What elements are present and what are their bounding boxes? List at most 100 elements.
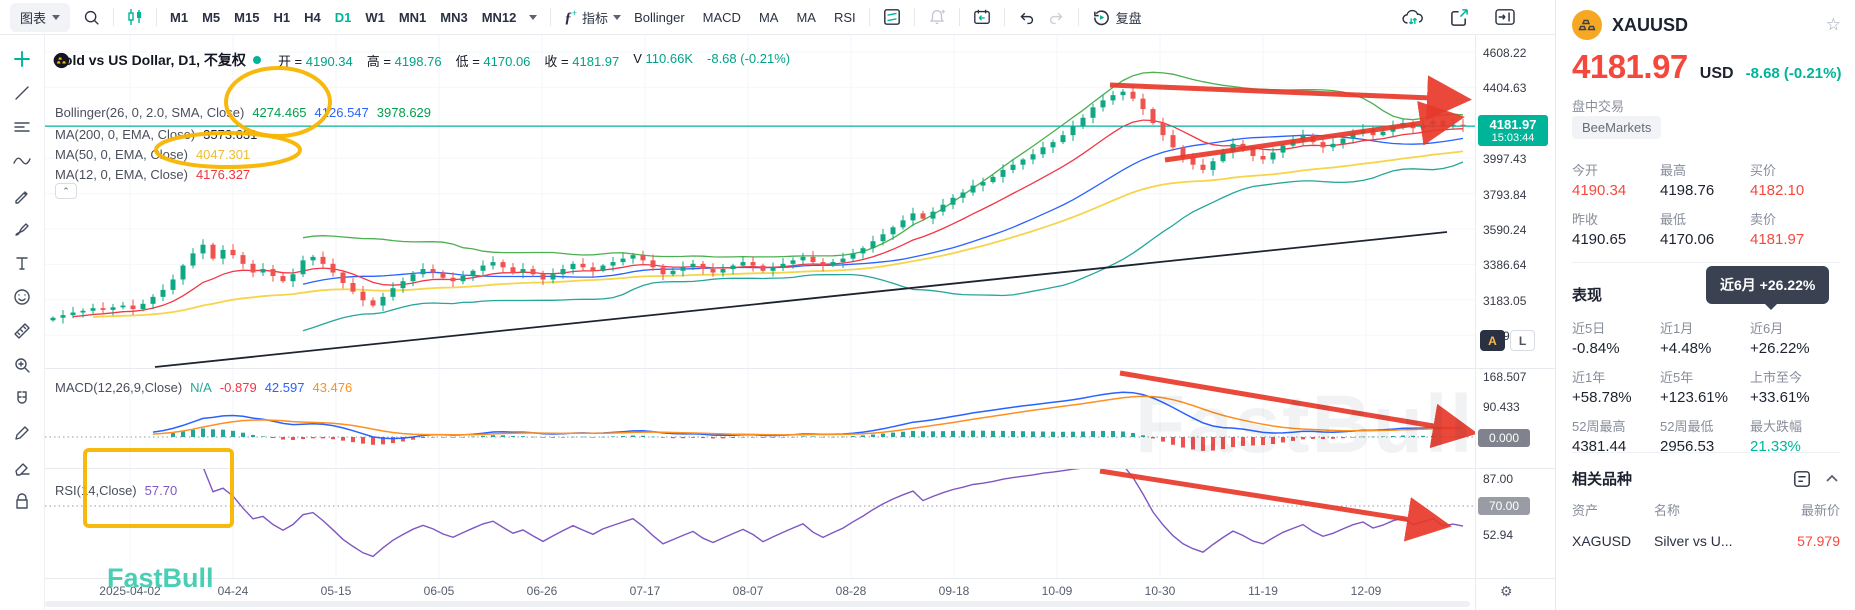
chart-settings-gear-icon[interactable]: ⚙ bbox=[1500, 583, 1513, 600]
share-button[interactable] bbox=[1450, 8, 1469, 27]
timeframe-d1[interactable]: D1 bbox=[335, 10, 352, 25]
layout-button[interactable] bbox=[883, 8, 901, 26]
timeframe-h4[interactable]: H4 bbox=[304, 10, 321, 25]
log-scale-button[interactable]: L bbox=[1510, 330, 1535, 351]
last-price-badge: 4181.97 15:03:44 bbox=[1478, 115, 1548, 146]
divider bbox=[1078, 8, 1079, 26]
ruler-tool-button[interactable] bbox=[8, 321, 36, 341]
price-axis-label: 3183.05 bbox=[1483, 294, 1526, 308]
news-list-icon[interactable] bbox=[1793, 470, 1811, 488]
chevron-up-icon[interactable] bbox=[1825, 472, 1839, 486]
price-pane[interactable] bbox=[45, 35, 1475, 368]
date-label: 10-09 bbox=[1042, 584, 1073, 598]
timeframe-mn1[interactable]: MN1 bbox=[399, 10, 426, 25]
perf-5: 上市至今+33.61% bbox=[1750, 367, 1840, 406]
stat-value: 4170.06 bbox=[1660, 231, 1750, 248]
timeframe-m1[interactable]: M1 bbox=[170, 10, 188, 25]
stat-value: 4190.65 bbox=[1572, 231, 1660, 248]
macd-value-badge: 0.000 bbox=[1478, 429, 1530, 447]
date-label: 10-30 bbox=[1145, 584, 1176, 598]
indicator-shortcut-macd-1[interactable]: MACD bbox=[703, 10, 741, 25]
date-label: 07-17 bbox=[630, 584, 661, 598]
perf-label: 上市至今 bbox=[1750, 367, 1840, 386]
performance-grid: 近5日-0.84%近1月+4.48%近6月+26.22%近1年+58.78%近5… bbox=[1572, 318, 1840, 455]
rsi-legend[interactable]: RSI(14,Close) 57.70 bbox=[55, 483, 177, 498]
broker-chip[interactable]: BeeMarkets bbox=[1572, 116, 1661, 139]
timeframe-w1[interactable]: W1 bbox=[365, 10, 385, 25]
horizontal-line-tool-button[interactable] bbox=[8, 117, 36, 137]
related-row[interactable]: XAGUSDSilver vs U...57.979 bbox=[1572, 533, 1840, 549]
favorite-star-icon[interactable]: ☆ bbox=[1826, 15, 1841, 35]
stat-0: 今开4190.34 bbox=[1572, 160, 1660, 199]
trend-line-tool-button[interactable] bbox=[8, 83, 36, 103]
bollinger-legend[interactable]: Bollinger(26, 0, 2.0, SMA, Close) 4274.4… bbox=[55, 105, 431, 120]
time-axis[interactable]: 2025-04-0204-2405-1506-0506-2607-1708-07… bbox=[45, 578, 1475, 610]
brush-tool-button[interactable] bbox=[8, 219, 36, 239]
ma50-legend[interactable]: MA(50, 0, EMA, Close) 4047.301 bbox=[55, 147, 250, 162]
timeframe-m5[interactable]: M5 bbox=[202, 10, 220, 25]
macd-legend[interactable]: MACD(12,26,9,Close) N/A -0.879 42.597 43… bbox=[55, 380, 352, 395]
wave-icon bbox=[12, 151, 32, 171]
calendar-button[interactable] bbox=[973, 8, 991, 26]
session-status: 盘中交易 bbox=[1572, 96, 1624, 115]
ohlc-pair-2: 低 = 4170.06 bbox=[456, 51, 531, 70]
indicator-shortcut-ma-3[interactable]: MA bbox=[796, 10, 816, 25]
indicator-shortcut-rsi-4[interactable]: RSI bbox=[834, 10, 856, 25]
price-axis-label: 4404.63 bbox=[1483, 81, 1526, 95]
pane-divider[interactable] bbox=[45, 468, 1555, 469]
pane-divider[interactable] bbox=[45, 368, 1555, 369]
zoom-in-tool-button[interactable] bbox=[8, 355, 36, 375]
layout-icon bbox=[883, 8, 901, 26]
timeframe-h1[interactable]: H1 bbox=[273, 10, 290, 25]
auto-scale-button[interactable]: A bbox=[1480, 330, 1505, 351]
replay-button[interactable]: 复盘 bbox=[1092, 8, 1142, 27]
edit-tool-button[interactable] bbox=[8, 423, 36, 443]
topbar-right-group bbox=[1402, 8, 1545, 27]
chevron-down-icon bbox=[613, 15, 621, 20]
cloud-sync-button[interactable] bbox=[1402, 8, 1424, 27]
sidebar-symbol: XAUUSD bbox=[1612, 15, 1688, 36]
timeframe-mn12[interactable]: MN12 bbox=[482, 10, 517, 25]
stat-value: 4181.97 bbox=[1750, 231, 1840, 248]
indicator-shortcut-bollinger-0[interactable]: Bollinger bbox=[634, 10, 685, 25]
indicator-shortcut-ma-2[interactable]: MA bbox=[759, 10, 779, 25]
quote-stats-grid: 今开4190.34最高4198.76买价4182.10昨收4190.65最低41… bbox=[1572, 160, 1840, 248]
pen-tool-button[interactable] bbox=[8, 185, 36, 205]
related-asset: XAGUSD bbox=[1572, 533, 1654, 549]
timeframe-more-chevron-icon[interactable] bbox=[529, 15, 537, 20]
timeframe-mn3[interactable]: MN3 bbox=[440, 10, 467, 25]
perf-label: 近1月 bbox=[1660, 318, 1750, 337]
indicators-button[interactable]: ƒ+ 指标 bbox=[564, 8, 621, 27]
undo-icon bbox=[1018, 9, 1035, 26]
eraser-tool-button[interactable] bbox=[8, 457, 36, 477]
edit-icon bbox=[12, 423, 32, 443]
chart-menu-button[interactable]: 图表 bbox=[10, 3, 70, 32]
replay-icon bbox=[1092, 8, 1111, 27]
emoji-tool-button[interactable] bbox=[8, 287, 36, 307]
alert-button[interactable] bbox=[928, 8, 946, 26]
ohlc-values: 开 = 4190.34高 = 4198.76低 = 4170.06收 = 418… bbox=[278, 51, 790, 70]
trend-line-icon bbox=[12, 83, 32, 103]
lock-tool-button[interactable] bbox=[8, 491, 36, 511]
undo-button[interactable] bbox=[1018, 9, 1035, 26]
search-button[interactable] bbox=[83, 9, 100, 26]
crosshair-tool-button[interactable] bbox=[8, 49, 36, 69]
chart-area[interactable]: Gold vs US Dollar, D1, 不复权 开 = 4190.34高 … bbox=[45, 35, 1475, 610]
date-label: 08-07 bbox=[733, 584, 764, 598]
date-label: 12-09 bbox=[1351, 584, 1382, 598]
ma200-legend[interactable]: MA(200, 0, EMA, Close) 3573.631 bbox=[55, 127, 257, 142]
date-label: 08-28 bbox=[836, 584, 867, 598]
ma12-legend[interactable]: MA(12, 0, EMA, Close) 4176.327 bbox=[55, 167, 250, 182]
collapse-panel-button[interactable] bbox=[1495, 8, 1515, 26]
ohlc-pair-3: 收 = 4181.97 bbox=[544, 51, 619, 70]
redo-button[interactable] bbox=[1048, 9, 1065, 26]
text-tool-button[interactable] bbox=[8, 253, 36, 273]
chevron-down-icon bbox=[52, 15, 60, 20]
magnet-tool-button[interactable] bbox=[8, 389, 36, 409]
calendar-icon bbox=[973, 8, 991, 26]
chart-type-button[interactable] bbox=[127, 8, 143, 26]
price-scale[interactable]: 4181.97 15:03:44 A L 0.000 70.00 ⚙ 4608.… bbox=[1475, 35, 1555, 610]
legend-collapse-button[interactable]: ⌃ bbox=[55, 183, 77, 199]
timeframe-m15[interactable]: M15 bbox=[234, 10, 259, 25]
wave-tool-button[interactable] bbox=[8, 151, 36, 171]
